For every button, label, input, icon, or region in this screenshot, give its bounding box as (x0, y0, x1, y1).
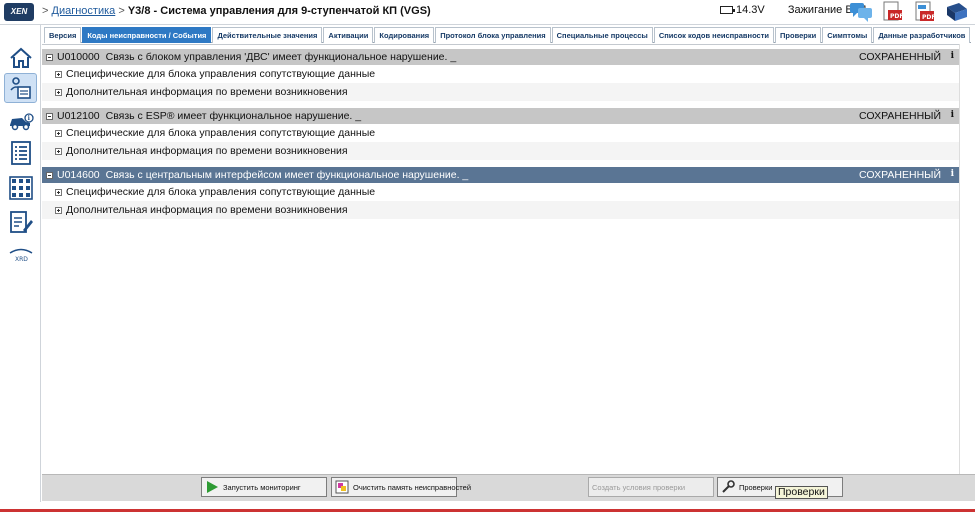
fault-detail-row[interactable]: Дополнительная информация по времени воз… (42, 142, 959, 160)
fault-entry-selected: U014600 Связь с центральным интерфейсом … (42, 167, 959, 219)
tab-activations[interactable]: Активации (323, 27, 374, 43)
expand-toggle[interactable] (55, 88, 62, 96)
tab-checks[interactable]: Проверки (775, 27, 822, 43)
sidebar-item-xrd[interactable]: XRD (4, 240, 37, 270)
fault-entry: U012100 Связь с ESP® имеет функционально… (42, 108, 959, 160)
create-test-conditions-label: Создать условия проверки (592, 482, 686, 492)
fault-description: Связь с блоком управления 'ДВС' имеет фу… (105, 51, 457, 63)
collapse-toggle[interactable] (46, 171, 53, 179)
tab-fault-codes[interactable]: Коды неисправности / События (82, 27, 212, 43)
checks-tooltip: Проверки (775, 486, 828, 499)
clear-memory-icon (335, 480, 349, 494)
fault-entry: U010000 Связь с блоком управления 'ДВС' … (42, 49, 959, 101)
fault-code: U014600 (57, 169, 100, 181)
svg-text:PDF: PDF (922, 14, 935, 21)
wrench-icon (722, 480, 735, 493)
play-icon (207, 481, 218, 493)
svg-text:PDF: PDF (890, 13, 903, 20)
clear-fault-memory-button[interactable]: Очистить память неисправностей (331, 477, 471, 497)
detail-label: Специфические для блока управления сопут… (66, 186, 376, 198)
fault-description: Связь с центральным интерфейсом имеет фу… (105, 169, 469, 181)
list-icon (10, 141, 31, 165)
detail-label: Дополнительная информация по времени воз… (66, 86, 348, 98)
tab-symptoms[interactable]: Симптомы (822, 27, 873, 43)
fault-detail-row[interactable]: Специфические для блока управления сопут… (42, 65, 959, 83)
vertical-scroll-area[interactable] (959, 44, 975, 474)
detail-label: Специфические для блока управления сопут… (66, 68, 376, 80)
car-info-icon: i (9, 113, 34, 131)
collapse-toggle[interactable] (46, 53, 53, 61)
fault-code: U012100 (57, 110, 100, 122)
voltage-readout: 14.3V (736, 4, 765, 16)
battery-icon (720, 6, 735, 14)
fault-code: U010000 (57, 51, 100, 63)
fault-status: СОХРАНЕННЫЙ (859, 169, 941, 181)
info-icon[interactable]: i (951, 110, 954, 120)
breadcrumb: > Диагностика > Y3/8 - Система управлени… (42, 5, 431, 17)
checks-label: Проверки (739, 482, 773, 492)
diagnosis-icon (9, 77, 31, 99)
start-monitoring-label: Запустить мониторинг (223, 482, 301, 492)
bottom-toolbar: Запустить мониторинг Очистить память неи… (42, 474, 975, 501)
fault-detail-row[interactable]: Дополнительная информация по времени воз… (42, 201, 959, 219)
fault-header[interactable]: U010000 Связь с блоком управления 'ДВС' … (42, 49, 959, 65)
sidebar-item-home[interactable] (4, 43, 37, 73)
status-area: 14.3V Зажигание ВКЛ (720, 4, 866, 16)
sidebar-item-grid[interactable] (4, 173, 37, 203)
fault-status: СОХРАНЕННЫЙ (859, 51, 941, 63)
expand-toggle[interactable] (55, 70, 62, 78)
header-bar: XEN > Диагностика > Y3/8 - Система управ… (0, 0, 975, 25)
detail-label: Дополнительная информация по времени воз… (66, 145, 348, 157)
sidebar-item-vehicle[interactable]: i (4, 107, 37, 137)
breadcrumb-separator: > (118, 5, 125, 17)
fault-description: Связь с ESP® имеет функциональное наруше… (105, 110, 362, 122)
sidebar-item-document[interactable] (4, 207, 37, 237)
breadcrumb-prefix: > (42, 5, 49, 17)
xentry-logo: XEN (4, 3, 34, 21)
xrd-label: XRD (15, 256, 28, 263)
create-test-conditions-button[interactable]: Создать условия проверки (588, 477, 714, 497)
fault-status: СОХРАНЕННЫЙ (859, 110, 941, 122)
fault-list: U010000 Связь с блоком управления 'ДВС' … (42, 44, 959, 474)
info-icon[interactable]: i (951, 51, 954, 61)
tab-codings[interactable]: Кодирования (374, 27, 435, 43)
tab-control-unit-log[interactable]: Протокол блока управления (435, 27, 551, 43)
collapse-toggle[interactable] (46, 112, 53, 120)
chat-support-icon[interactable] (849, 1, 873, 23)
fault-detail-row[interactable]: Специфические для блока управления сопут… (42, 183, 959, 201)
expand-toggle[interactable] (55, 206, 62, 214)
document-edit-icon (9, 211, 33, 233)
sidebar-item-diagnosis[interactable] (4, 73, 37, 103)
expand-toggle[interactable] (55, 129, 62, 137)
top-icons: PDF PDF (849, 1, 969, 23)
left-sidebar: i XRD (0, 25, 41, 502)
xrd-icon: XRD (9, 248, 32, 263)
home-icon (9, 47, 32, 68)
tab-version[interactable]: Версия (44, 27, 82, 43)
tab-developer-data[interactable]: Данные разработчиков (873, 27, 971, 43)
breadcrumb-current: Y3/8 - Система управления для 9-ступенча… (127, 5, 431, 17)
bottom-spacer (0, 502, 975, 509)
clear-fault-memory-label: Очистить память неисправностей (353, 482, 472, 492)
sidebar-item-list[interactable] (4, 138, 37, 168)
tab-actual-values[interactable]: Действительные значения (212, 27, 323, 43)
grid-icon (8, 176, 33, 200)
tab-special-procedures[interactable]: Специальные процессы (551, 27, 653, 43)
tab-bar: Версия Коды неисправности / События Дейс… (44, 27, 972, 43)
breadcrumb-link-diagnosis[interactable]: Диагностика (52, 5, 116, 17)
detail-label: Дополнительная информация по времени воз… (66, 204, 348, 216)
pdf-export-icon[interactable]: PDF (913, 1, 937, 23)
info-icon[interactable]: i (951, 169, 954, 179)
fault-header[interactable]: U012100 Связь с ESP® имеет функционально… (42, 108, 959, 124)
tab-fault-code-list[interactable]: Список кодов неисправности (653, 27, 775, 43)
expand-toggle[interactable] (55, 147, 62, 155)
manual-book-icon[interactable] (945, 1, 969, 23)
fault-header[interactable]: U014600 Связь с центральным интерфейсом … (42, 167, 959, 183)
fault-detail-row[interactable]: Дополнительная информация по времени воз… (42, 83, 959, 101)
start-monitoring-button[interactable]: Запустить мониторинг (201, 477, 327, 497)
fault-detail-row[interactable]: Специфические для блока управления сопут… (42, 124, 959, 142)
pdf-print-icon[interactable]: PDF (881, 1, 905, 23)
detail-label: Специфические для блока управления сопут… (66, 127, 376, 139)
expand-toggle[interactable] (55, 188, 62, 196)
